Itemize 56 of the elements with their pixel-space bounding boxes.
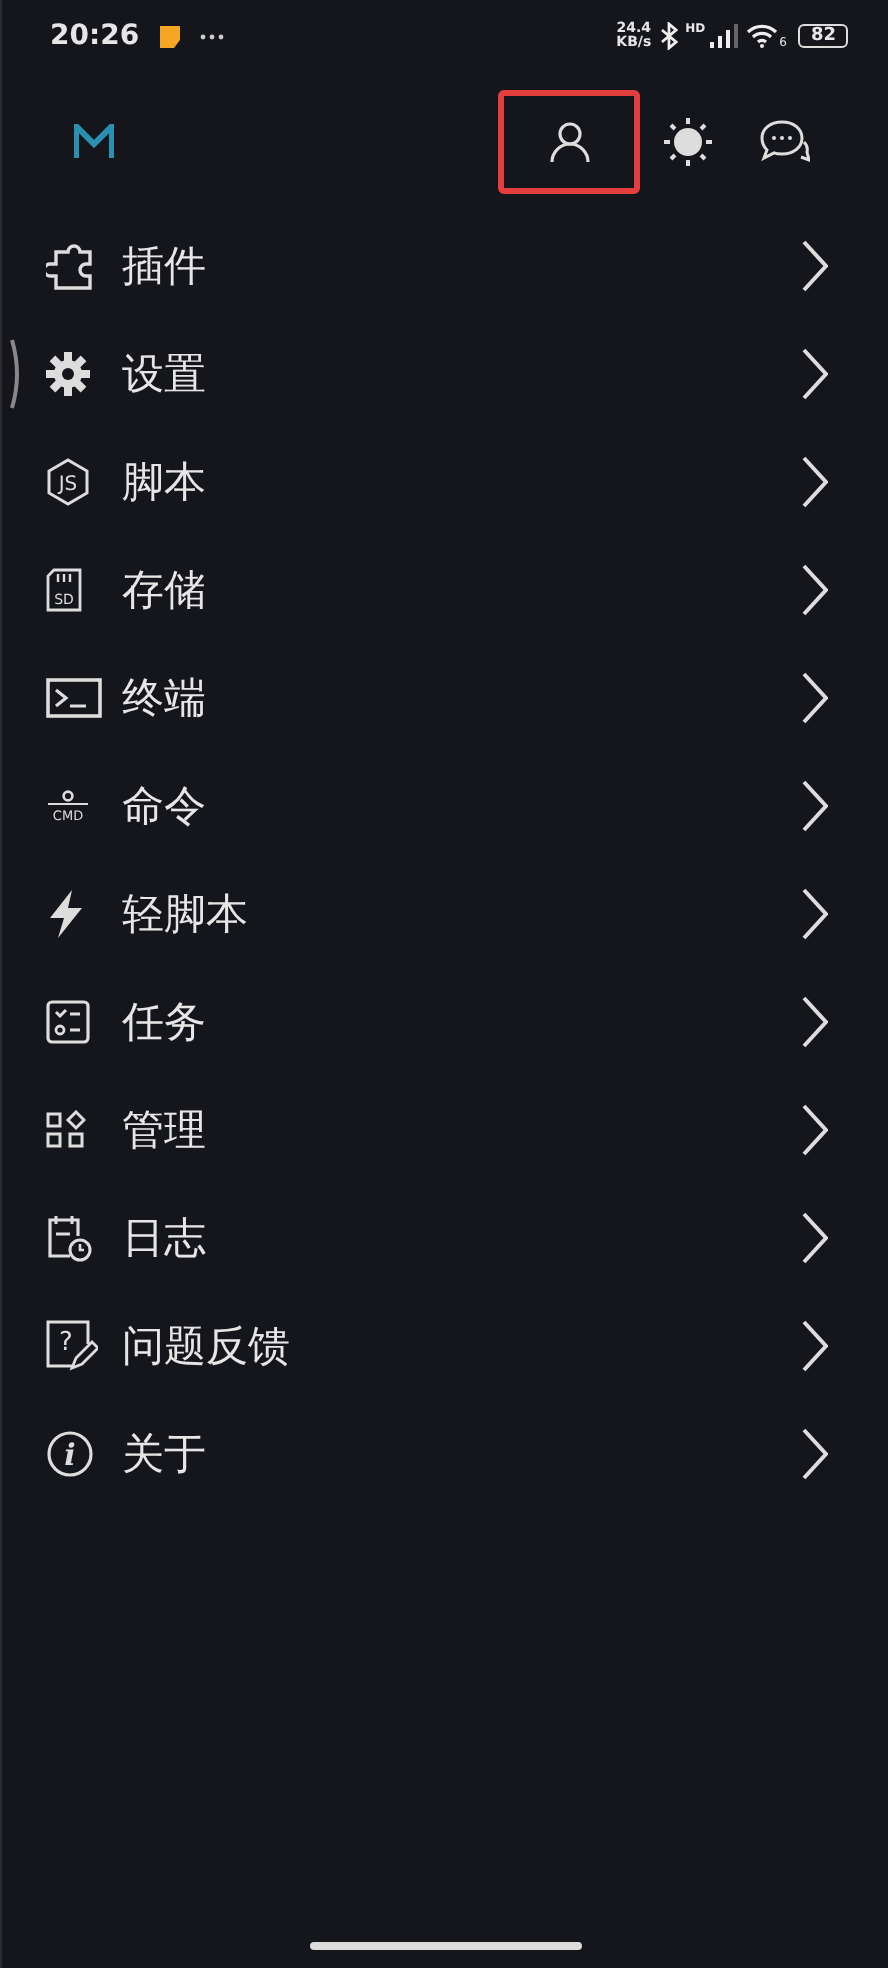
menu-item[interactable]: 轻脚本 [46,860,828,968]
signal-icon [709,24,738,48]
menu-item[interactable]: JS 脚本 [46,428,828,536]
menu-label: 终端 [122,672,206,726]
menu-item[interactable]: 管理 [46,1076,828,1184]
menu-item[interactable]: i 关于 [46,1400,828,1508]
profile-button[interactable] [498,90,640,194]
checklist-icon [46,1000,90,1044]
app-logo [74,124,114,160]
more-icon [199,33,224,39]
menu-item[interactable]: 插件 [46,212,828,320]
chat-icon [758,118,810,166]
gear-icon [46,352,90,396]
bluetooth-icon [659,22,678,50]
status-time: 20:26 [50,20,140,52]
chevron-right-icon [800,672,828,724]
menu-label: 问题反馈 [122,1320,290,1374]
menu-item[interactable]: 日志 [46,1184,828,1292]
profile-icon [547,120,591,164]
chevron-right-icon [800,1104,828,1156]
menu-label: 命令 [122,780,206,834]
notification-icon [159,25,180,47]
chevron-right-icon [800,1428,828,1480]
menu-item[interactable]: 任务 [46,968,828,1076]
lightning-icon [46,890,86,938]
chevron-right-icon [800,996,828,1048]
sun-icon [662,116,714,168]
info-icon: i [46,1430,94,1478]
chevron-right-icon [800,888,828,940]
js-icon: JS [46,458,90,506]
menu-item[interactable]: ? 问题反馈 [46,1292,828,1400]
menu-label: 轻脚本 [122,888,248,942]
menu-label: 关于 [122,1428,206,1482]
chevron-right-icon [800,1320,828,1372]
chevron-right-icon [800,1212,828,1264]
menu-item[interactable]: 终端 [46,644,828,752]
back-gesture-handle [10,338,22,410]
menu-label: 日志 [122,1212,206,1266]
menu-label: 存储 [122,564,206,618]
log-clock-icon [46,1214,94,1262]
menu-item[interactable]: 设置 [46,320,828,428]
menu-label: 任务 [122,996,206,1050]
chevron-right-icon [800,780,828,832]
chevron-right-icon [800,564,828,616]
chevron-right-icon [800,456,828,508]
chevron-right-icon [800,240,828,292]
menu-label: 管理 [122,1104,206,1158]
terminal-icon [46,678,102,718]
menu-label: 插件 [122,240,206,294]
chevron-right-icon [800,348,828,400]
grid-icon [46,1110,86,1150]
battery-level: 82 [798,24,848,48]
menu-label: 设置 [122,348,206,402]
wifi-icon [745,24,778,48]
menu-label: 脚本 [122,456,206,510]
puzzle-icon [46,242,98,290]
